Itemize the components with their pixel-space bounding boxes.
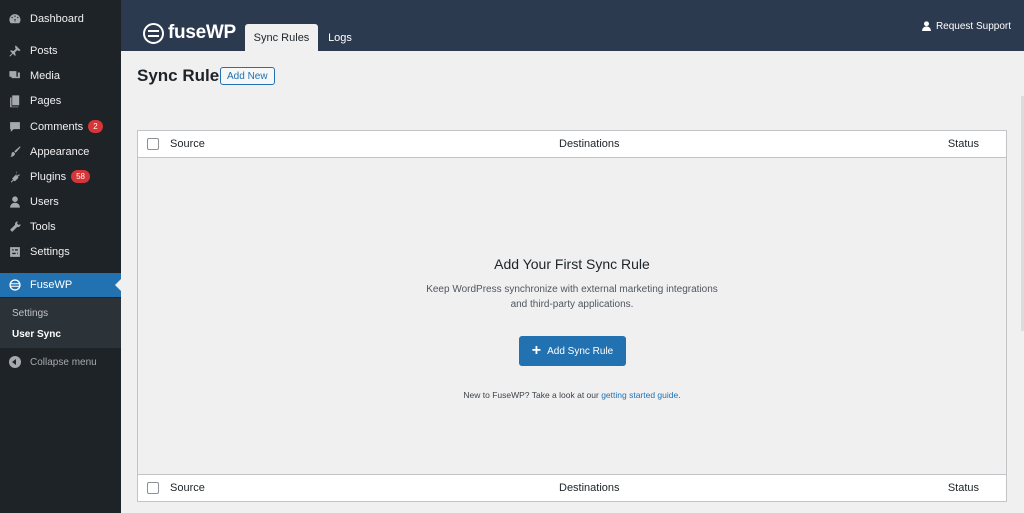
fusewp-logo: fuseWP	[143, 22, 236, 44]
collapse-menu-label: Collapse menu	[30, 356, 97, 368]
comments-count-badge: 2	[88, 120, 103, 133]
add-sync-rule-button[interactable]: + Add Sync Rule	[519, 336, 626, 366]
column-header-destinations: Destinations	[559, 138, 620, 150]
column-header-status: Status	[947, 138, 979, 150]
column-header-source[interactable]: Source	[170, 138, 205, 150]
sidebar-item-label: Posts	[30, 44, 58, 57]
plug-icon	[0, 170, 30, 184]
column-footer-status: Status	[947, 482, 979, 494]
sidebar-item-users[interactable]: Users	[0, 189, 121, 214]
table-footer-row: Source Destinations Status	[138, 474, 1006, 501]
tab-sync-rules[interactable]: Sync Rules	[245, 24, 318, 51]
collapse-arrow-icon	[0, 356, 30, 368]
request-support-link[interactable]: Request Support	[921, 20, 1011, 32]
sidebar-item-appearance[interactable]: Appearance	[0, 139, 121, 164]
submenu-item-settings[interactable]: Settings	[12, 308, 48, 319]
empty-state: Add Your First Sync Rule Keep WordPress …	[138, 158, 1006, 474]
empty-state-description: Keep WordPress synchronize with external…	[426, 284, 718, 310]
table-header-row: Source Destinations Status	[138, 131, 1006, 158]
sidebar-item-label: Plugins	[30, 170, 67, 183]
help-text: New to FuseWP? Take a look at our	[463, 390, 599, 400]
page-title: Sync Rules	[137, 66, 229, 85]
comment-icon	[0, 120, 30, 134]
user-icon	[922, 21, 931, 31]
getting-started-guide-link[interactable]: getting started guide	[601, 390, 678, 400]
sidebar-item-label: Media	[30, 69, 60, 82]
sidebar-item-label: Pages	[30, 94, 62, 107]
add-new-button[interactable]: Add New	[220, 67, 275, 85]
select-all-checkbox[interactable]	[147, 138, 159, 150]
sidebar-item-label: Settings	[30, 245, 70, 258]
sidebar-item-comments[interactable]: Comments 2	[0, 114, 121, 139]
fusewp-logo-icon	[0, 278, 30, 292]
paintbrush-icon	[0, 145, 30, 159]
settings-sliders-icon	[0, 245, 30, 259]
admin-sidebar: Dashboard Posts Media Pages Comments 2 A…	[0, 0, 121, 513]
pages-icon	[0, 94, 30, 108]
user-icon	[0, 195, 30, 209]
sidebar-item-label: Tools	[30, 220, 56, 233]
column-footer-destinations: Destinations	[559, 482, 620, 494]
sidebar-item-label: Appearance	[30, 145, 90, 158]
collapse-menu-button[interactable]: Collapse menu	[0, 352, 121, 372]
help-text-end: .	[678, 390, 681, 400]
fusewp-logo-icon	[143, 22, 164, 44]
select-all-checkbox[interactable]	[147, 482, 159, 494]
column-footer-source[interactable]: Source	[170, 482, 205, 494]
dashboard-icon	[0, 12, 30, 26]
pushpin-icon	[0, 44, 30, 58]
sidebar-item-label: Users	[30, 195, 59, 208]
add-sync-rule-label: Add Sync Rule	[547, 345, 614, 357]
sidebar-item-pages[interactable]: Pages	[0, 88, 121, 113]
sidebar-item-fusewp[interactable]: FuseWP	[0, 273, 121, 297]
active-indicator-arrow	[115, 279, 121, 291]
getting-started-help: New to FuseWP? Take a look at our gettin…	[138, 390, 1006, 400]
plugin-header: fuseWP Sync Rules Logs Request Support	[121, 0, 1024, 51]
sidebar-item-posts[interactable]: Posts	[0, 38, 121, 63]
plus-icon: +	[531, 342, 542, 359]
logo-text: fuseWP	[168, 22, 236, 43]
submenu-item-user-sync[interactable]: User Sync	[12, 329, 61, 340]
sidebar-item-label: FuseWP	[30, 279, 73, 291]
empty-state-title: Add Your First Sync Rule	[494, 256, 650, 272]
tab-logs[interactable]: Logs	[320, 24, 360, 51]
sidebar-item-label: Comments	[30, 120, 84, 133]
plugins-count-badge: 58	[71, 170, 90, 183]
request-support-label: Request Support	[935, 20, 1011, 32]
sidebar-item-tools[interactable]: Tools	[0, 214, 121, 239]
sidebar-item-settings[interactable]: Settings	[0, 239, 121, 264]
fusewp-submenu: Settings User Sync	[0, 298, 121, 348]
sync-rules-table: Source Destinations Status Add Your Firs…	[137, 130, 1007, 502]
media-icon	[0, 69, 30, 83]
wrench-icon	[0, 220, 30, 234]
sidebar-item-label: Dashboard	[30, 12, 84, 25]
sidebar-item-media[interactable]: Media	[0, 63, 121, 88]
sidebar-item-dashboard[interactable]: Dashboard	[0, 6, 121, 31]
sidebar-item-plugins[interactable]: Plugins 58	[0, 164, 121, 189]
